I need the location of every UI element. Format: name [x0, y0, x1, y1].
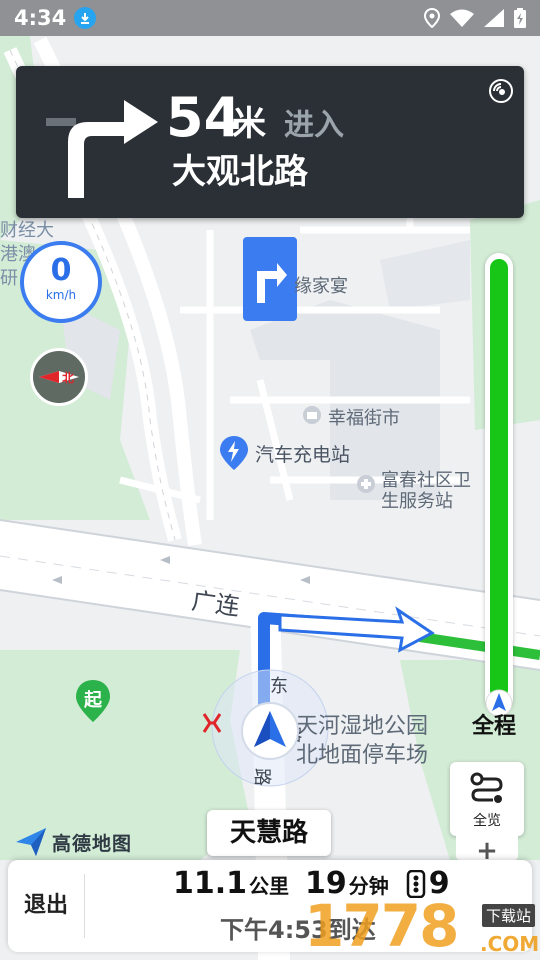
road-label-dong: 东	[270, 676, 288, 697]
speed-unit: km/h	[45, 288, 77, 302]
route-overview-icon	[470, 772, 503, 803]
exit-navigation-button[interactable]: 退出	[8, 860, 84, 952]
speed-value: 0	[50, 253, 72, 288]
turn-distance-unit: 米	[232, 104, 266, 144]
market-poi-icon[interactable]	[302, 405, 322, 425]
route-progress-bar	[485, 253, 513, 717]
route-progress-fill	[490, 259, 508, 699]
charging-station-icon[interactable]	[220, 436, 248, 470]
overview-label: 全览	[473, 813, 501, 829]
compass-icon: 北	[39, 370, 79, 385]
turn-right-icon	[46, 100, 158, 198]
svg-text:北: 北	[62, 370, 74, 385]
amap-logo: 高德地图	[16, 828, 132, 856]
poi-label-parking-line2: 北地面停车场	[296, 743, 429, 768]
status-bar: 4:34	[0, 0, 540, 36]
poi-label-parking-line1: 天河湿地公园	[296, 714, 429, 739]
start-marker-label: 起	[84, 690, 102, 711]
download-icon	[74, 7, 97, 29]
route-overview-button[interactable]: 全览	[450, 762, 524, 836]
speed-indicator: 0 km/h	[20, 241, 102, 323]
poi-label-charging: 汽车充电站	[255, 444, 351, 466]
map-turn-sign-icon	[243, 237, 297, 321]
metro-icon	[202, 713, 222, 733]
next-road-name: 大观北路	[172, 152, 308, 192]
signal-icon	[484, 9, 504, 27]
compass-button[interactable]: 北	[30, 348, 88, 406]
gps-signal-icon[interactable]	[488, 78, 514, 104]
clinic-poi-icon[interactable]	[356, 474, 376, 496]
poi-label-market: 幸福街市	[328, 408, 400, 429]
full-route-label: 全程	[472, 714, 517, 739]
road-label-lu-2: 路	[251, 768, 272, 786]
road-label-guanglian: 广连	[189, 586, 242, 622]
watermark-suffix: .COM	[480, 932, 540, 956]
left-partial-label-1: 财经大	[0, 220, 54, 241]
turn-distance-value: 54	[166, 86, 242, 149]
turn-action-text: 进入	[284, 108, 344, 143]
remaining-distance-unit: 公里	[249, 874, 290, 898]
zoom-in-button[interactable]: +	[456, 836, 518, 860]
amap-logo-text: 高德地图	[52, 832, 133, 855]
wifi-icon	[450, 9, 474, 27]
watermark-number: 1778	[304, 892, 459, 960]
current-road-badge: 天慧路	[207, 810, 331, 856]
car-location-icon	[241, 702, 299, 760]
status-time: 4:34	[14, 6, 67, 30]
location-icon	[424, 8, 440, 28]
amap-logo-icon	[16, 828, 46, 856]
poi-label-clinic-line2: 生服务站	[381, 491, 453, 512]
status-icons	[424, 8, 526, 28]
panel-divider	[84, 874, 85, 938]
poi-label-banquet: 缘家宴	[294, 276, 348, 297]
watermark-badge: 下载站	[482, 904, 536, 927]
turn-guidance-panel[interactable]: 54 米 进入 大观北路	[16, 66, 524, 218]
battery-icon	[514, 8, 526, 28]
remaining-distance-value: 11.1	[173, 866, 248, 901]
